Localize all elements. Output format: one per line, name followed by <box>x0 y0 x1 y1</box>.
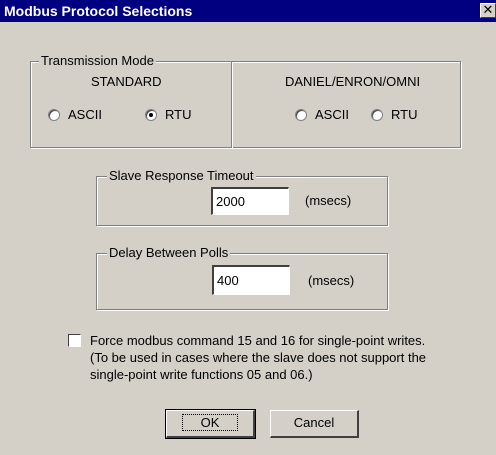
slave-timeout-unit: (msecs) <box>305 193 352 208</box>
delay-polls-unit: (msecs) <box>308 273 355 288</box>
daniel-rtu-radio[interactable]: RTU <box>371 107 417 122</box>
cancel-label: Cancel <box>293 415 335 430</box>
force-command-checkbox[interactable] <box>68 334 81 347</box>
close-button[interactable]: ✕ <box>480 3 496 18</box>
delay-polls-group: Delay Between Polls (msecs) <box>96 245 388 310</box>
title-bar[interactable]: Modbus Protocol Selections ✕ <box>0 0 496 22</box>
slave-timeout-input[interactable] <box>211 187 289 215</box>
force-command-note-line3: single-point write functions 05 and 06.) <box>90 367 313 382</box>
ok-button[interactable]: OK <box>165 409 256 439</box>
mode-divider <box>231 62 232 148</box>
window-title: Modbus Protocol Selections <box>4 3 193 19</box>
radio-indicator <box>371 108 383 121</box>
slave-timeout-legend: Slave Response Timeout <box>107 168 256 183</box>
standard-rtu-radio[interactable]: RTU <box>145 107 191 122</box>
close-icon: ✕ <box>482 2 494 17</box>
radio-indicator <box>48 108 60 121</box>
standard-ascii-radio[interactable]: ASCII <box>48 107 102 122</box>
radio-indicator-selected <box>145 108 157 121</box>
transmission-mode-group: Transmission Mode STANDARD ASCII RTU DAN… <box>30 53 461 148</box>
transmission-mode-legend: Transmission Mode <box>39 53 156 68</box>
slave-timeout-group: Slave Response Timeout (msecs) <box>96 168 388 226</box>
daniel-rtu-label: RTU <box>391 107 418 122</box>
standard-heading: STANDARD <box>91 74 162 89</box>
ok-label: OK <box>181 414 239 431</box>
daniel-enron-omni-heading: DANIEL/ENRON/OMNI <box>285 74 421 89</box>
standard-rtu-label: RTU <box>165 107 192 122</box>
standard-ascii-label: ASCII <box>68 107 102 122</box>
cancel-button[interactable]: Cancel <box>270 410 359 438</box>
radio-indicator <box>295 108 307 121</box>
modbus-dialog: Modbus Protocol Selections ✕ Transmissio… <box>0 0 496 455</box>
force-command-note-line2: (To be used in cases where the slave doe… <box>90 350 427 365</box>
delay-polls-legend: Delay Between Polls <box>107 245 231 260</box>
force-command-label[interactable]: Force modbus command 15 and 16 for singl… <box>90 332 425 349</box>
delay-polls-input[interactable] <box>212 265 290 295</box>
daniel-ascii-label: ASCII <box>315 107 349 122</box>
daniel-ascii-radio[interactable]: ASCII <box>295 107 349 122</box>
